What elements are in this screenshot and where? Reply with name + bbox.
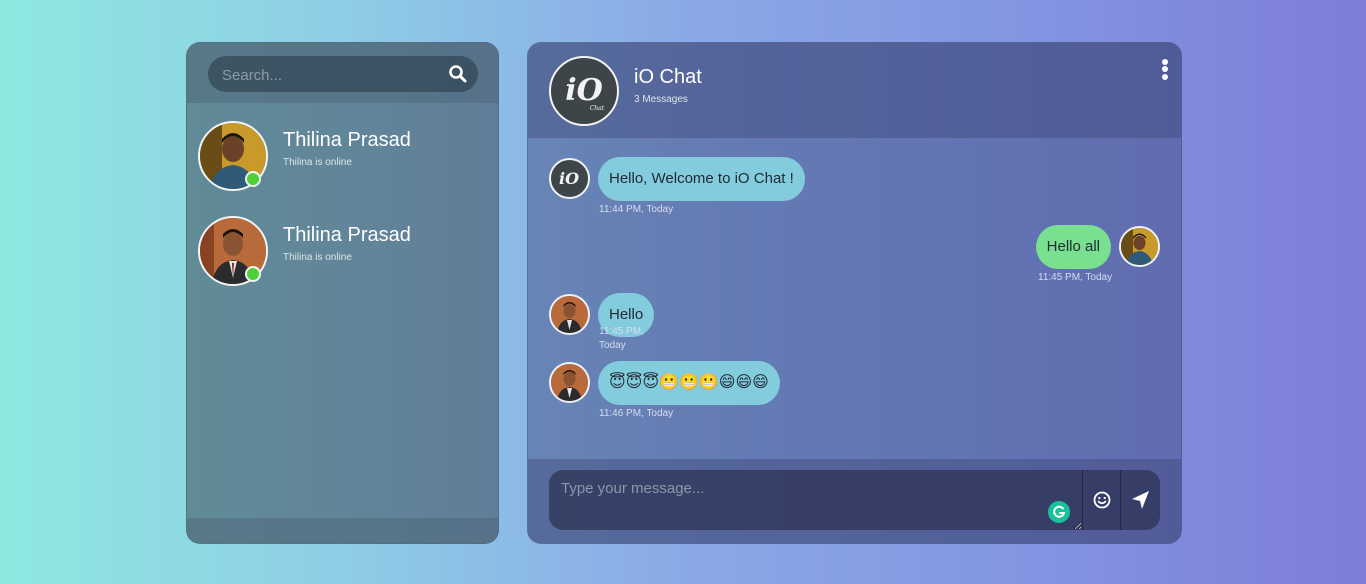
chat-panel: iO Chat iO Chat 3 Messages iO Hello, Wel… [527,42,1182,544]
more-vertical-icon[interactable] [1159,57,1171,83]
chat-title: iO Chat [634,66,702,88]
search-input[interactable] [220,56,439,94]
message-bubble: Hello, Welcome to iO Chat ! [598,157,805,201]
send-arrow-icon[interactable] [1120,470,1160,530]
contact-status: Thilina is online [283,252,352,263]
contact-name: Thilina Prasad [283,129,411,151]
message-count: 3 Messages [634,94,688,105]
logo-text: iO [559,169,579,188]
message-time: 11:46 PM, Today [599,408,674,419]
online-status-dot [245,171,261,187]
message-bubble-emoji: 😇😇😇😬😬😬😄😄😄 [598,361,780,405]
message-input[interactable] [549,470,1082,530]
message-time: 11:44 PM, Today [599,204,674,215]
contacts-footer [187,518,498,543]
contact-item[interactable]: Thilina Prasad Thilina is online [187,121,498,201]
message-time: Today [599,340,626,351]
contact-status: Thilina is online [283,157,352,168]
logo-subtext: Chat [590,105,605,112]
message-composer [549,470,1160,530]
message-bubble: Hello all [1035,225,1111,269]
contact-name: Thilina Prasad [283,224,411,246]
search-icon[interactable] [448,64,468,84]
contact-item[interactable]: Thilina Prasad Thilina is online [187,216,498,296]
message-avatar-user [1119,226,1160,267]
chat-header: iO Chat iO Chat 3 Messages [528,43,1181,138]
contacts-header [187,43,498,103]
message-time: 11:45 PM, [599,326,644,337]
message-time: 11:45 PM, Today [1038,272,1113,283]
contacts-panel: Thilina Prasad Thilina is online Thilina… [186,42,499,544]
logo-text: iO [565,73,603,108]
message-avatar-io-logo: iO [549,158,590,199]
smiley-icon[interactable] [1082,470,1121,530]
message-avatar-user [549,294,590,335]
chat-logo: iO Chat [549,56,619,126]
message-avatar-user [549,362,590,403]
search-bar [208,56,478,94]
chat-footer [528,459,1181,543]
contact-avatar [198,121,268,191]
contact-avatar [198,216,268,286]
online-status-dot [245,266,261,282]
grammarly-icon[interactable] [1048,501,1070,523]
